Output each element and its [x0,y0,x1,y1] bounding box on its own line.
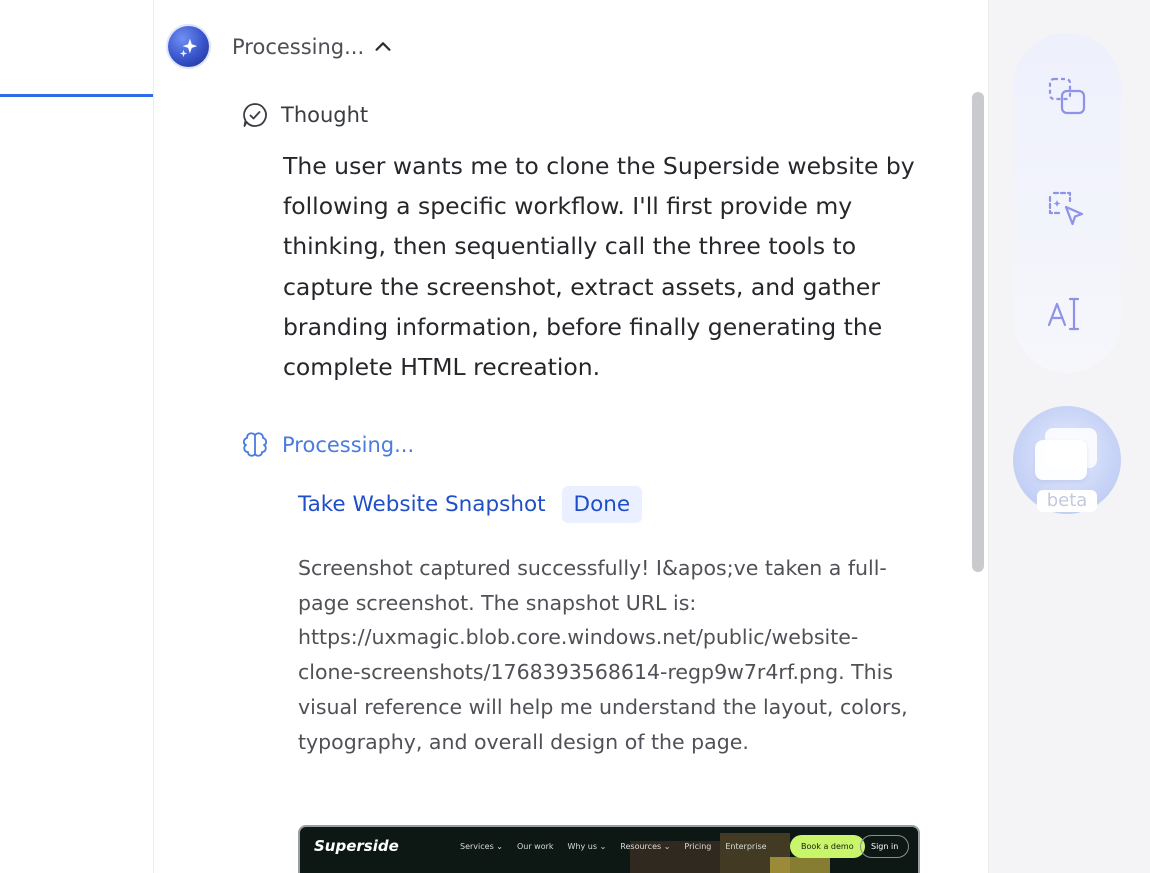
snapshot-menu-item: Resources ⌄ [620,842,671,851]
text-edit-icon [1047,297,1080,331]
snapshot-signin: Sign in [860,835,910,858]
processing-header-label: Processing... [232,35,365,59]
duplicate-icon [1048,77,1086,115]
processing-title: Processing... [282,433,415,457]
scrollbar[interactable] [972,92,984,572]
left-pane [0,0,153,873]
sparkle-icon [179,38,197,57]
snapshot-menu-item: Our work [516,842,554,851]
brain-icon [242,432,268,457]
thought-title: Thought [281,103,369,127]
chevron-up-icon [375,42,391,51]
snapshot-nav: Superside Services ⌄ Our work Why us ⌄ R… [300,827,918,873]
duplicate-button[interactable] [1013,50,1121,142]
snapshot-menu-item: Services ⌄ [460,842,503,851]
stacked-cards-icon [1035,440,1087,480]
thought-text: The user wants me to clone the Superside… [283,152,915,382]
snapshot-menu-item: Pricing [684,842,712,851]
select-magic-icon [1048,191,1084,226]
active-tab-indicator [0,94,153,97]
snapshot-menu-item: Why us ⌄ [567,842,607,851]
tool-call-row: Take Website Snapshot Done [298,486,643,523]
select-magic-button[interactable] [1013,164,1121,256]
snapshot-cta: Book a demo [790,835,865,858]
status-badge: Done [561,486,643,523]
check-circle-bubble-icon [243,103,267,127]
agent-avatar [168,26,209,67]
tool-name-link[interactable]: Take Website Snapshot [298,492,546,517]
snapshot-logo: Superside [314,837,399,855]
processing-section-header: Processing... [240,430,414,460]
beta-badge: beta [1037,490,1097,512]
tool-result-text: Screenshot captured successfully! I&apos… [298,556,908,754]
snapshot-preview[interactable]: Superside Services ⌄ Our work Why us ⌄ R… [298,825,920,873]
thought-header: Thought [241,101,368,129]
snapshot-artwork [770,857,830,873]
snapshot-menu: Services ⌄ Our work Why us ⌄ Resources ⌄… [460,842,767,851]
processing-header-toggle[interactable]: Processing... [232,35,394,59]
snapshot-menu-item: Enterprise [725,842,767,851]
text-edit-button[interactable] [1013,268,1121,360]
